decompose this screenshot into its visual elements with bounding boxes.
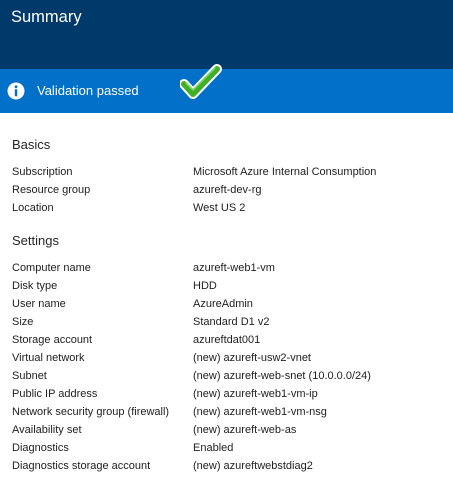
settings-row-public-ip: Public IP address (new) azureft-web1-vm-… — [0, 386, 453, 404]
row-value: (new) azureft-usw2-vnet — [193, 352, 311, 364]
row-value: West US 2 — [193, 202, 246, 214]
row-label: Computer name — [12, 262, 91, 274]
settings-row-diagnostics-storage: Diagnostics storage account (new) azuref… — [0, 458, 453, 476]
row-value: (new) azureft-web-as — [193, 424, 297, 436]
row-label: User name — [12, 298, 66, 310]
row-value: AzureAdmin — [193, 298, 253, 310]
settings-row-virtual-network: Virtual network (new) azureft-usw2-vnet — [0, 350, 453, 368]
row-value: azureft-dev-rg — [193, 184, 262, 196]
basics-row-resource-group: Resource group azureft-dev-rg — [0, 182, 453, 200]
row-label: Storage account — [12, 334, 93, 346]
row-value: (new) azureft-web-snet (10.0.0.0/24) — [193, 370, 371, 382]
row-value: Microsoft Azure Internal Consumption — [193, 166, 377, 178]
row-label: Subnet — [12, 370, 47, 382]
row-label: Diagnostics — [12, 442, 69, 454]
settings-row-subnet: Subnet (new) azureft-web-snet (10.0.0.0/… — [0, 368, 453, 386]
row-value: Standard D1 v2 — [193, 316, 270, 328]
row-value: (new) azureft-web1-vm-ip — [193, 388, 318, 400]
settings-row-storage-account: Storage account azureftdat001 — [0, 332, 453, 350]
row-label: Location — [12, 202, 54, 214]
settings-row-size: Size Standard D1 v2 — [0, 314, 453, 332]
row-value: Enabled — [193, 442, 234, 454]
row-value: (new) azureft-web1-vm-nsg — [193, 406, 327, 418]
row-label: Disk type — [12, 280, 58, 292]
basics-row-subscription: Subscription Microsoft Azure Internal Co… — [0, 164, 453, 182]
blade-header: Summary — [0, 0, 453, 69]
checkmark-icon — [180, 64, 222, 99]
settings-row-diagnostics: Diagnostics Enabled — [0, 440, 453, 458]
basics-section-title: Basics — [12, 137, 51, 152]
basics-list: Subscription Microsoft Azure Internal Co… — [0, 164, 453, 218]
row-value: azureft-web1-vm — [193, 262, 275, 274]
row-value: (new) azureftwebstdiag2 — [193, 460, 313, 472]
settings-row-nsg: Network security group (firewall) (new) … — [0, 404, 453, 422]
row-value: HDD — [193, 280, 217, 292]
info-icon — [7, 82, 25, 100]
row-label: Diagnostics storage account — [12, 460, 151, 472]
basics-row-location: Location West US 2 — [0, 200, 453, 218]
settings-section-title: Settings — [12, 233, 59, 248]
settings-row-availability-set: Availability set (new) azureft-web-as — [0, 422, 453, 440]
validation-status-text: Validation passed — [37, 83, 139, 98]
row-label: Public IP address — [12, 388, 98, 400]
row-label: Subscription — [12, 166, 73, 178]
row-label: Size — [12, 316, 34, 328]
row-value: azureftdat001 — [193, 334, 261, 346]
row-label: Virtual network — [12, 352, 85, 364]
settings-row-disk-type: Disk type HDD — [0, 278, 453, 296]
row-label: Network security group (firewall) — [12, 406, 170, 418]
row-label: Availability set — [12, 424, 82, 436]
page-title: Summary — [11, 8, 82, 26]
settings-row-user-name: User name AzureAdmin — [0, 296, 453, 314]
summary-blade: Summary Validation passed Basics Subscri… — [0, 0, 453, 488]
settings-list: Computer name azureft-web1-vm Disk type … — [0, 260, 453, 476]
validation-banner: Validation passed — [0, 69, 453, 113]
row-label: Resource group — [12, 184, 91, 196]
settings-row-computer-name: Computer name azureft-web1-vm — [0, 260, 453, 278]
